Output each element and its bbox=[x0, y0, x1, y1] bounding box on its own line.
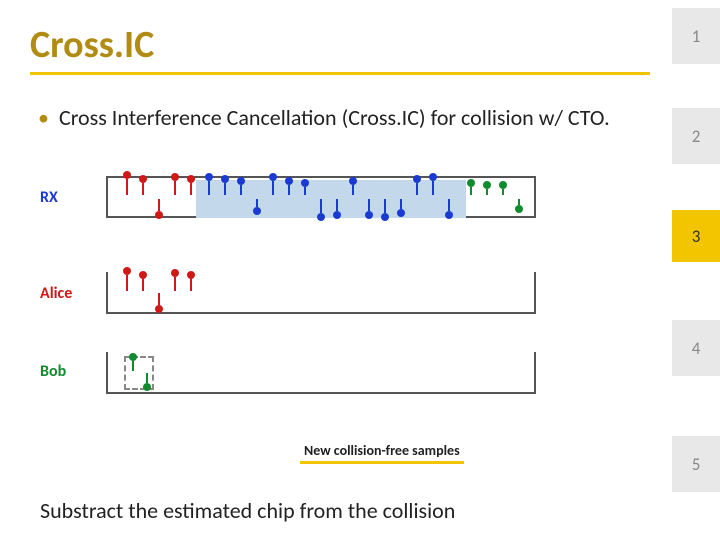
label-rx: RX bbox=[40, 188, 58, 207]
section-tabs: 1 2 3 4 5 bbox=[672, 0, 720, 540]
tab-5[interactable]: 5 bbox=[672, 436, 720, 492]
signal-diagram: RX Alice bbox=[100, 176, 600, 436]
bullet-text: Cross Interference Cancellation (Cross.I… bbox=[59, 104, 610, 132]
collision-region bbox=[196, 180, 466, 218]
bullet-item: • Cross Interference Cancellation (Cross… bbox=[38, 104, 638, 132]
label-bob: Bob bbox=[40, 362, 66, 381]
bullet-dot-icon: • bbox=[38, 104, 49, 132]
track-alice bbox=[106, 272, 536, 314]
tab-3-active[interactable]: 3 bbox=[672, 210, 720, 262]
caption-new-samples: New collision-free samples bbox=[300, 440, 464, 461]
track-bob bbox=[106, 352, 536, 394]
tab-2[interactable]: 2 bbox=[672, 108, 720, 164]
label-alice: Alice bbox=[40, 284, 72, 303]
track-rx bbox=[106, 176, 536, 218]
tab-1[interactable]: 1 bbox=[672, 8, 720, 64]
footer-text: Substract the estimated chip from the co… bbox=[40, 497, 455, 524]
tab-4[interactable]: 4 bbox=[672, 320, 720, 376]
slide-title: Cross.IC bbox=[30, 22, 650, 75]
